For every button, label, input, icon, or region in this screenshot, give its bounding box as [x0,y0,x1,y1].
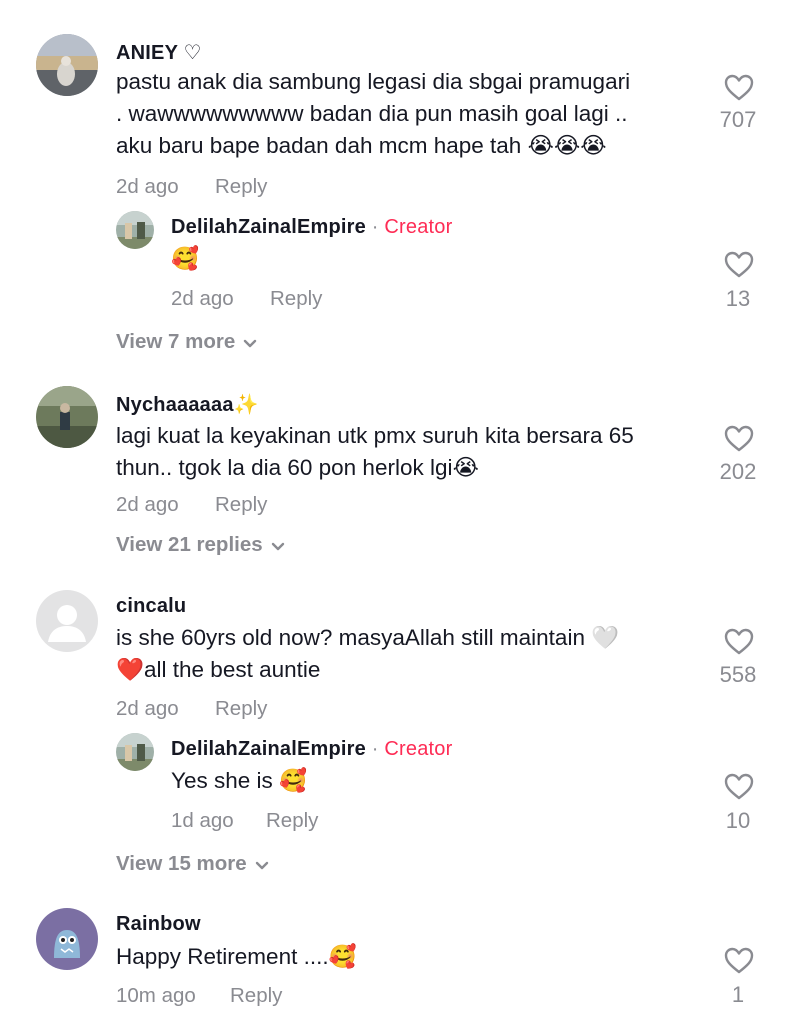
reply-text: Yes she is 🥰 [171,768,307,793]
chevron-down-icon [243,331,257,355]
reply-button[interactable]: Reply [266,809,318,833]
avatar[interactable] [36,34,98,96]
reply-button[interactable]: Reply [230,984,282,1008]
view-more-label: View 7 more [116,330,236,353]
avatar[interactable] [36,908,98,970]
view-more-replies-button[interactable]: View 15 more [116,852,269,877]
reply-button[interactable]: Reply [215,493,267,517]
comment-text: pastu anak dia sambung legasi dia sbgai … [116,69,631,158]
comment-username[interactable]: ANIEY ♡ [116,40,202,65]
avatar[interactable] [116,733,154,771]
comment-timestamp: 2d ago [116,697,179,720]
separator: · [371,738,379,760]
like-count: 1 [731,982,745,1007]
reply-button[interactable]: Reply [215,697,267,721]
reply-username[interactable]: DelilahZainalEmpire [171,216,366,238]
avatar[interactable] [36,386,98,448]
creator-badge: Creator [384,216,453,238]
heart-outline-icon[interactable] [724,425,754,453]
reply-timestamp: 2d ago [171,287,234,310]
comment-timestamp: 2d ago [116,493,179,516]
reply-button[interactable]: Reply [270,287,322,311]
chevron-down-icon [255,853,269,877]
heart-outline-icon[interactable] [724,773,754,801]
comment-username[interactable]: Rainbow [116,913,201,936]
like-count: 202 [719,459,757,484]
reply-username-row: DelilahZainalEmpire · Creator [171,738,452,761]
view-more-replies-button[interactable]: View 21 replies [116,533,285,558]
reply-username[interactable]: DelilahZainalEmpire [171,738,366,760]
comment-timestamp: 10m ago [116,984,196,1007]
comment-text: lagi kuat la keyakinan utk pmx suruh kit… [116,423,634,480]
reply-text: 🥰 [171,246,200,272]
creator-badge: Creator [384,738,453,760]
like-count: 707 [719,107,757,132]
view-more-replies-button[interactable]: View 7 more [116,330,257,355]
comment-username[interactable]: cincalu [116,595,186,618]
avatar[interactable] [116,211,154,249]
reply-button[interactable]: Reply [215,175,267,199]
like-count: 13 [725,286,751,311]
comment-text: Happy Retirement ....🥰 [116,944,357,969]
default-avatar-icon[interactable] [36,590,98,652]
heart-outline-icon[interactable] [724,628,754,656]
chevron-down-icon [271,534,285,558]
view-more-label: View 21 replies [116,533,263,556]
like-count: 558 [719,662,757,687]
view-more-label: View 15 more [116,852,247,875]
comment-timestamp: 2d ago [116,175,179,198]
separator: · [371,216,379,238]
comment-username[interactable]: Nychaaaaaa✨ [116,392,259,417]
heart-outline-icon[interactable] [724,251,754,279]
heart-outline-icon[interactable] [724,947,754,975]
comment-text: is she 60yrs old now? masyaAllah still m… [116,625,620,682]
like-count: 10 [725,808,751,833]
heart-outline-icon[interactable] [724,74,754,102]
reply-username-row: DelilahZainalEmpire · Creator [171,216,452,239]
reply-timestamp: 1d ago [171,809,234,832]
